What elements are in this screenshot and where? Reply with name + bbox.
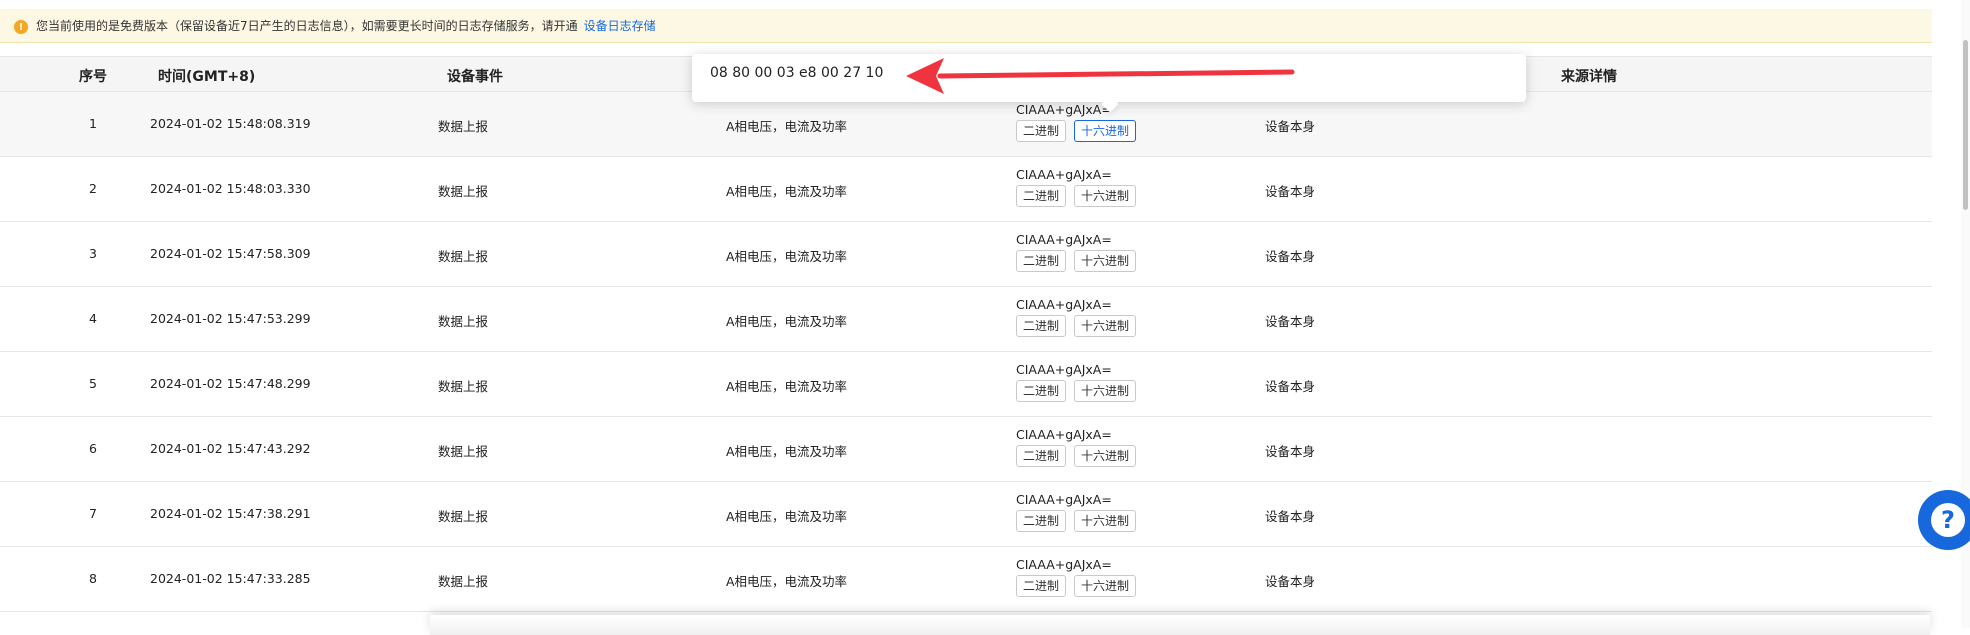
table-row: 4 2024-01-02 15:47:53.299 数据上报 A相电压，电流及功率 CI… <box>0 287 1932 352</box>
row-value-cell: CIAAA+gAJxA= 二进制 十六进制 <box>1016 427 1137 467</box>
popover-hex-value: 08 80 00 03 e8 00 27 10 <box>710 65 884 81</box>
row-time: 2024-01-02 15:47:48.299 <box>150 376 311 391</box>
hex-button[interactable]: 十六进制 <box>1074 120 1137 142</box>
row-time: 2024-01-02 15:48:08.319 <box>150 116 311 131</box>
row-event: 数据上报 <box>438 444 489 459</box>
row-description: A相电压，电流及功率 <box>726 249 848 264</box>
hex-button[interactable]: 十六进制 <box>1074 380 1137 402</box>
row-event: 数据上报 <box>438 509 489 524</box>
header-source: 来源详情 <box>1561 69 1617 85</box>
row-time: 2024-01-02 15:47:38.291 <box>150 506 311 521</box>
row-time: 2024-01-02 15:47:58.309 <box>150 246 311 261</box>
help-icon: ? <box>1931 503 1965 537</box>
row-value: CIAAA+gAJxA= <box>1016 232 1112 247</box>
table-row: 8 2024-01-02 15:47:33.285 数据上报 A相电压，电流及功率 CI… <box>0 547 1932 612</box>
binary-button[interactable]: 二进制 <box>1016 575 1067 597</box>
row-format-buttons: 二进制 十六进制 <box>1016 510 1137 532</box>
row-event: 数据上报 <box>438 314 489 329</box>
row-format-buttons: 二进制 十六进制 <box>1016 380 1137 402</box>
header-index: 序号 <box>79 69 107 85</box>
binary-button[interactable]: 二进制 <box>1016 250 1067 272</box>
row-time: 2024-01-02 15:47:53.299 <box>150 311 311 326</box>
row-source: 设备本身 <box>1265 574 1316 589</box>
hex-button[interactable]: 十六进制 <box>1074 250 1137 272</box>
row-time: 2024-01-02 15:48:03.330 <box>150 181 311 196</box>
row-format-buttons: 二进制 十六进制 <box>1016 120 1137 142</box>
banner-text: 您当前使用的是免费版本（保留设备近7日产生的日志信息），如需要更长时间的日志存储… <box>36 19 578 33</box>
row-time: 2024-01-02 15:47:33.285 <box>150 571 311 586</box>
row-value-cell: CIAAA+gAJxA= 二进制 十六进制 <box>1016 492 1137 532</box>
row-event: 数据上报 <box>438 379 489 394</box>
row-value-cell: CIAAA+gAJxA= 二进制 十六进制 <box>1016 102 1137 142</box>
row-description: A相电压，电流及功率 <box>726 184 848 199</box>
table-row: 2 2024-01-02 15:48:03.330 数据上报 A相电压，电流及功率 CI… <box>0 157 1932 222</box>
row-description: A相电压，电流及功率 <box>726 314 848 329</box>
row-value: CIAAA+gAJxA= <box>1016 362 1112 377</box>
table-row: 6 2024-01-02 15:47:43.292 数据上报 A相电压，电流及功率 CI… <box>0 417 1932 482</box>
header-event: 设备事件 <box>447 69 503 85</box>
hex-button[interactable]: 十六进制 <box>1074 445 1137 467</box>
row-source: 设备本身 <box>1265 314 1316 329</box>
row-description: A相电压，电流及功率 <box>726 574 848 589</box>
binary-button[interactable]: 二进制 <box>1016 185 1067 207</box>
row-value-cell: CIAAA+gAJxA= 二进制 十六进制 <box>1016 232 1137 272</box>
row-value: CIAAA+gAJxA= <box>1016 167 1112 182</box>
row-value: CIAAA+gAJxA= <box>1016 557 1112 572</box>
hex-button[interactable]: 十六进制 <box>1074 510 1137 532</box>
row-event: 数据上报 <box>438 249 489 264</box>
row-format-buttons: 二进制 十六进制 <box>1016 575 1137 597</box>
device-log-table: 序号 时间(GMT+8) 设备事件 来源详情 1 2024-01-02 15:48… <box>0 56 1932 612</box>
row-value-cell: CIAAA+gAJxA= 二进制 十六进制 <box>1016 362 1137 402</box>
device-log-storage-link[interactable]: 设备日志存储 <box>584 17 656 34</box>
hex-button[interactable]: 十六进制 <box>1074 575 1137 597</box>
hex-button[interactable]: 十六进制 <box>1074 185 1137 207</box>
header-time: 时间(GMT+8) <box>158 69 256 85</box>
row-source: 设备本身 <box>1265 509 1316 524</box>
row-source: 设备本身 <box>1265 184 1316 199</box>
table-row: 5 2024-01-02 15:47:48.299 数据上报 A相电压，电流及功率 CI… <box>0 352 1932 417</box>
bottom-overlay-panel <box>430 615 1930 635</box>
row-value-cell: CIAAA+gAJxA= 二进制 十六进制 <box>1016 297 1137 337</box>
row-source: 设备本身 <box>1265 119 1316 134</box>
table-body: 1 2024-01-02 15:48:08.319 数据上报 A相电压，电流及功率 CI… <box>0 92 1932 612</box>
binary-button[interactable]: 二进制 <box>1016 380 1067 402</box>
row-description: A相电压，电流及功率 <box>726 379 848 394</box>
hex-value-popover: 08 80 00 03 e8 00 27 10 <box>692 54 1526 113</box>
table-row: 3 2024-01-02 15:47:58.309 数据上报 A相电压，电流及功率 CI… <box>0 222 1932 287</box>
row-event: 数据上报 <box>438 574 489 589</box>
row-value-cell: CIAAA+gAJxA= 二进制 十六进制 <box>1016 167 1137 207</box>
row-description: A相电压，电流及功率 <box>726 119 848 134</box>
row-description: A相电压，电流及功率 <box>726 509 848 524</box>
row-description: A相电压，电流及功率 <box>726 444 848 459</box>
row-value: CIAAA+gAJxA= <box>1016 297 1112 312</box>
row-source: 设备本身 <box>1265 379 1316 394</box>
binary-button[interactable]: 二进制 <box>1016 120 1067 142</box>
scrollbar-thumb[interactable] <box>1963 40 1968 210</box>
warning-icon: ! <box>14 20 28 34</box>
row-value-cell: CIAAA+gAJxA= 二进制 十六进制 <box>1016 557 1137 597</box>
row-source: 设备本身 <box>1265 444 1316 459</box>
row-time: 2024-01-02 15:47:43.292 <box>150 441 311 456</box>
free-version-banner: ! 您当前使用的是免费版本（保留设备近7日产生的日志信息），如需要更长时间的日志… <box>0 9 1932 43</box>
binary-button[interactable]: 二进制 <box>1016 510 1067 532</box>
row-event: 数据上报 <box>438 119 489 134</box>
hex-button[interactable]: 十六进制 <box>1074 315 1137 337</box>
table-row: 7 2024-01-02 15:47:38.291 数据上报 A相电压，电流及功率 CI… <box>0 482 1932 547</box>
row-format-buttons: 二进制 十六进制 <box>1016 445 1137 467</box>
binary-button[interactable]: 二进制 <box>1016 445 1067 467</box>
row-value: CIAAA+gAJxA= <box>1016 427 1112 442</box>
row-format-buttons: 二进制 十六进制 <box>1016 315 1137 337</box>
row-source: 设备本身 <box>1265 249 1316 264</box>
row-value: CIAAA+gAJxA= <box>1016 492 1112 507</box>
row-format-buttons: 二进制 十六进制 <box>1016 250 1137 272</box>
help-button[interactable]: ? <box>1918 490 1970 550</box>
row-event: 数据上报 <box>438 184 489 199</box>
binary-button[interactable]: 二进制 <box>1016 315 1067 337</box>
row-format-buttons: 二进制 十六进制 <box>1016 185 1137 207</box>
